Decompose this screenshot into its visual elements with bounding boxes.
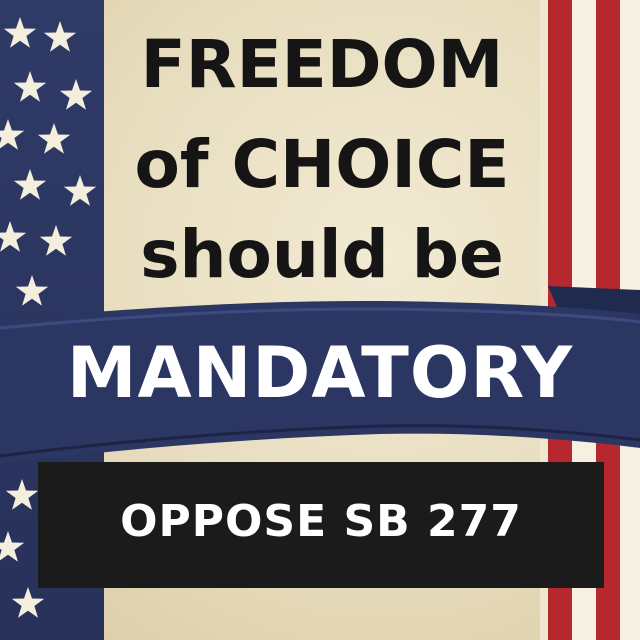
star-icon	[43, 21, 77, 52]
star-icon	[11, 587, 45, 618]
star-icon	[0, 531, 25, 562]
star-icon	[13, 71, 47, 102]
poster: FREEDOM of CHOICE should be MANDATORY OP…	[0, 0, 640, 640]
star-icon	[37, 123, 71, 154]
star-icon	[0, 119, 25, 150]
star-icon	[5, 479, 39, 510]
callout-text: OPPOSE SB 277	[120, 496, 522, 547]
star-icon	[63, 175, 97, 206]
headline-line-1: FREEDOM	[140, 26, 504, 103]
headline-line-2: of CHOICE	[134, 126, 510, 203]
star-icon	[39, 225, 73, 256]
banner-text: MANDATORY	[66, 332, 574, 414]
star-icon	[59, 79, 93, 110]
star-icon	[3, 17, 37, 48]
star-icon	[0, 221, 27, 252]
star-icon	[13, 169, 47, 200]
headline-line-3: should be	[140, 216, 504, 293]
